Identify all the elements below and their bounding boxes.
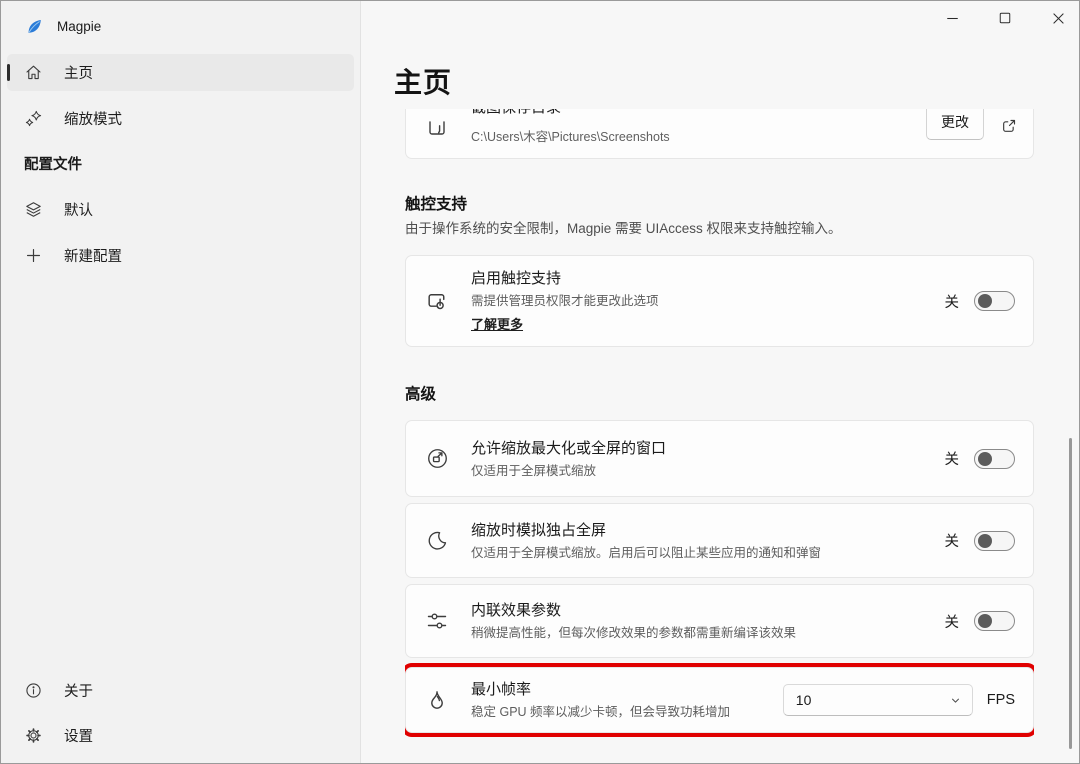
window-controls — [944, 10, 1066, 26]
selected-accent-bar — [7, 64, 10, 81]
card-text: 内联效果参数 稍微提高性能，但每次修改效果的参数都需重新编译该效果 — [471, 600, 945, 642]
touch-support-card: 启用触控支持 需提供管理员权限才能更改此选项 了解更多 关 — [405, 255, 1034, 347]
toggle-state-label: 关 — [945, 448, 960, 469]
card-title: 启用触控支持 — [471, 268, 945, 290]
page-title: 主页 — [394, 61, 452, 101]
sidebar-item-settings[interactable]: 设置 — [7, 717, 354, 754]
toggle-knob — [978, 452, 992, 466]
sidebar-item-label: 新建配置 — [64, 245, 122, 266]
simulate-exclusive-fullscreen-card: 缩放时模拟独占全屏 仅适用于全屏模式缩放。启用后可以阻止某些应用的通知和弹窗 关 — [405, 503, 1034, 578]
minimize-icon[interactable] — [944, 10, 960, 26]
layers-icon — [24, 200, 43, 219]
chevron-down-icon — [949, 694, 962, 707]
home-icon — [24, 63, 43, 82]
simulate-exclusive-fullscreen-toggle[interactable] — [974, 531, 1015, 551]
screenshot-directory-card: 截图保存目录 C:\Users\木容\Pictures\Screenshots … — [405, 109, 1034, 159]
card-title: 截图保存目录 — [471, 109, 561, 119]
sidebar-item-label: 缩放模式 — [64, 108, 122, 129]
allow-scaling-maximized-card: 允许缩放最大化或全屏的窗口 仅适用于全屏模式缩放 关 — [405, 420, 1034, 497]
sidebar-section-profiles: 配置文件 — [7, 155, 354, 175]
toggle-control: 关 — [945, 448, 1016, 469]
sidebar-item-label: 设置 — [64, 725, 93, 746]
maximize-window-icon — [424, 446, 450, 471]
magpie-logo-icon — [25, 17, 44, 36]
card-subtitle: 稍微提高性能，但每次修改效果的参数都需重新编译该效果 — [471, 624, 945, 642]
touch-support-toggle[interactable] — [974, 291, 1015, 311]
sidebar-item-label: 主页 — [64, 62, 93, 83]
sidebar-item-label: 关于 — [64, 680, 93, 701]
fps-control: 10 FPS — [783, 684, 1015, 716]
card-subtitle: 仅适用于全屏模式缩放。启用后可以阻止某些应用的通知和弹窗 — [471, 544, 945, 562]
learn-more-link[interactable]: 了解更多 — [471, 314, 523, 333]
card-title: 允许缩放最大化或全屏的窗口 — [471, 438, 945, 460]
inline-effect-params-toggle[interactable] — [974, 611, 1015, 631]
card-text: 启用触控支持 需提供管理员权限才能更改此选项 了解更多 — [471, 268, 945, 334]
magpie-window: Magpie 主页 — [0, 0, 1080, 764]
main-content: 主页 截图保存目录 C:\Users\木容\Pictures\Screensho… — [361, 1, 1079, 763]
sidebar-nav: 主页 缩放模式 配置文件 — [1, 51, 360, 672]
touch-icon — [424, 289, 450, 314]
fps-dropdown-value: 10 — [796, 692, 812, 708]
vertical-scrollbar[interactable] — [1069, 438, 1072, 749]
fps-unit-label: FPS — [987, 692, 1015, 708]
fps-dropdown[interactable]: 10 — [783, 684, 973, 716]
app-header: Magpie — [1, 1, 360, 51]
toggle-state-label: 关 — [945, 291, 960, 312]
toggle-control: 关 — [945, 611, 1016, 632]
sidebar-item-scaling-modes[interactable]: 缩放模式 — [7, 100, 354, 137]
sidebar-item-home[interactable]: 主页 — [7, 54, 354, 91]
close-icon[interactable] — [1050, 10, 1066, 26]
toggle-knob — [978, 294, 992, 308]
toggle-knob — [978, 534, 992, 548]
card-title: 内联效果参数 — [471, 600, 945, 622]
info-icon — [24, 681, 43, 700]
screenshot-path: C:\Users\木容\Pictures\Screenshots — [471, 126, 670, 145]
toggle-state-label: 关 — [945, 530, 960, 551]
sidebar-item-new-profile[interactable]: 新建配置 — [7, 237, 354, 274]
min-frame-rate-card: 最小帧率 稳定 GPU 频率以减少卡顿，但会导致功耗增加 10 FPS — [405, 667, 1034, 733]
sidebar-item-default-profile[interactable]: 默认 — [7, 191, 354, 228]
change-button[interactable]: 更改 — [926, 109, 984, 140]
maximize-icon[interactable] — [997, 10, 1013, 26]
card-subtitle: 需提供管理员权限才能更改此选项 — [471, 292, 945, 310]
toggle-control: 关 — [945, 530, 1016, 551]
toggle-knob — [978, 614, 992, 628]
settings-scroll-area: 截图保存目录 C:\Users\木容\Pictures\Screenshots … — [405, 109, 1034, 763]
card-text: 缩放时模拟独占全屏 仅适用于全屏模式缩放。启用后可以阻止某些应用的通知和弹窗 — [471, 520, 945, 562]
toggle-state-label: 关 — [945, 611, 960, 632]
sparkles-icon — [24, 109, 43, 128]
sidebar-footer: 关于 设置 — [1, 672, 360, 763]
section-title-touch: 触控支持 — [405, 195, 1034, 215]
flame-icon — [424, 688, 450, 712]
card-title: 缩放时模拟独占全屏 — [471, 520, 945, 542]
card-text: 最小帧率 稳定 GPU 频率以减少卡顿，但会导致功耗增加 — [471, 679, 783, 721]
app-title: Magpie — [57, 19, 101, 34]
toggle-control: 关 — [945, 291, 1016, 312]
card-title: 最小帧率 — [471, 679, 783, 701]
gear-icon — [24, 726, 43, 745]
allow-scaling-maximized-toggle[interactable] — [974, 449, 1015, 469]
card-text: 允许缩放最大化或全屏的窗口 仅适用于全屏模式缩放 — [471, 438, 945, 480]
sliders-icon — [424, 609, 450, 633]
inline-effect-params-card: 内联效果参数 稍微提高性能，但每次修改效果的参数都需重新编译该效果 关 — [405, 584, 1034, 658]
sidebar-item-about[interactable]: 关于 — [7, 672, 354, 709]
moon-icon — [424, 529, 450, 552]
open-folder-icon[interactable] — [996, 113, 1022, 139]
card-subtitle: 仅适用于全屏模式缩放 — [471, 462, 945, 480]
screenshot-save-icon — [425, 115, 449, 139]
plus-icon — [24, 246, 43, 265]
sidebar-item-label: 默认 — [64, 199, 93, 220]
sidebar: Magpie 主页 — [1, 1, 361, 763]
section-description-touch: 由于操作系统的安全限制，Magpie 需要 UIAccess 权限来支持触控输入… — [405, 220, 1034, 238]
card-subtitle: 稳定 GPU 频率以减少卡顿，但会导致功耗增加 — [471, 703, 783, 721]
section-title-advanced: 高级 — [405, 385, 1034, 405]
